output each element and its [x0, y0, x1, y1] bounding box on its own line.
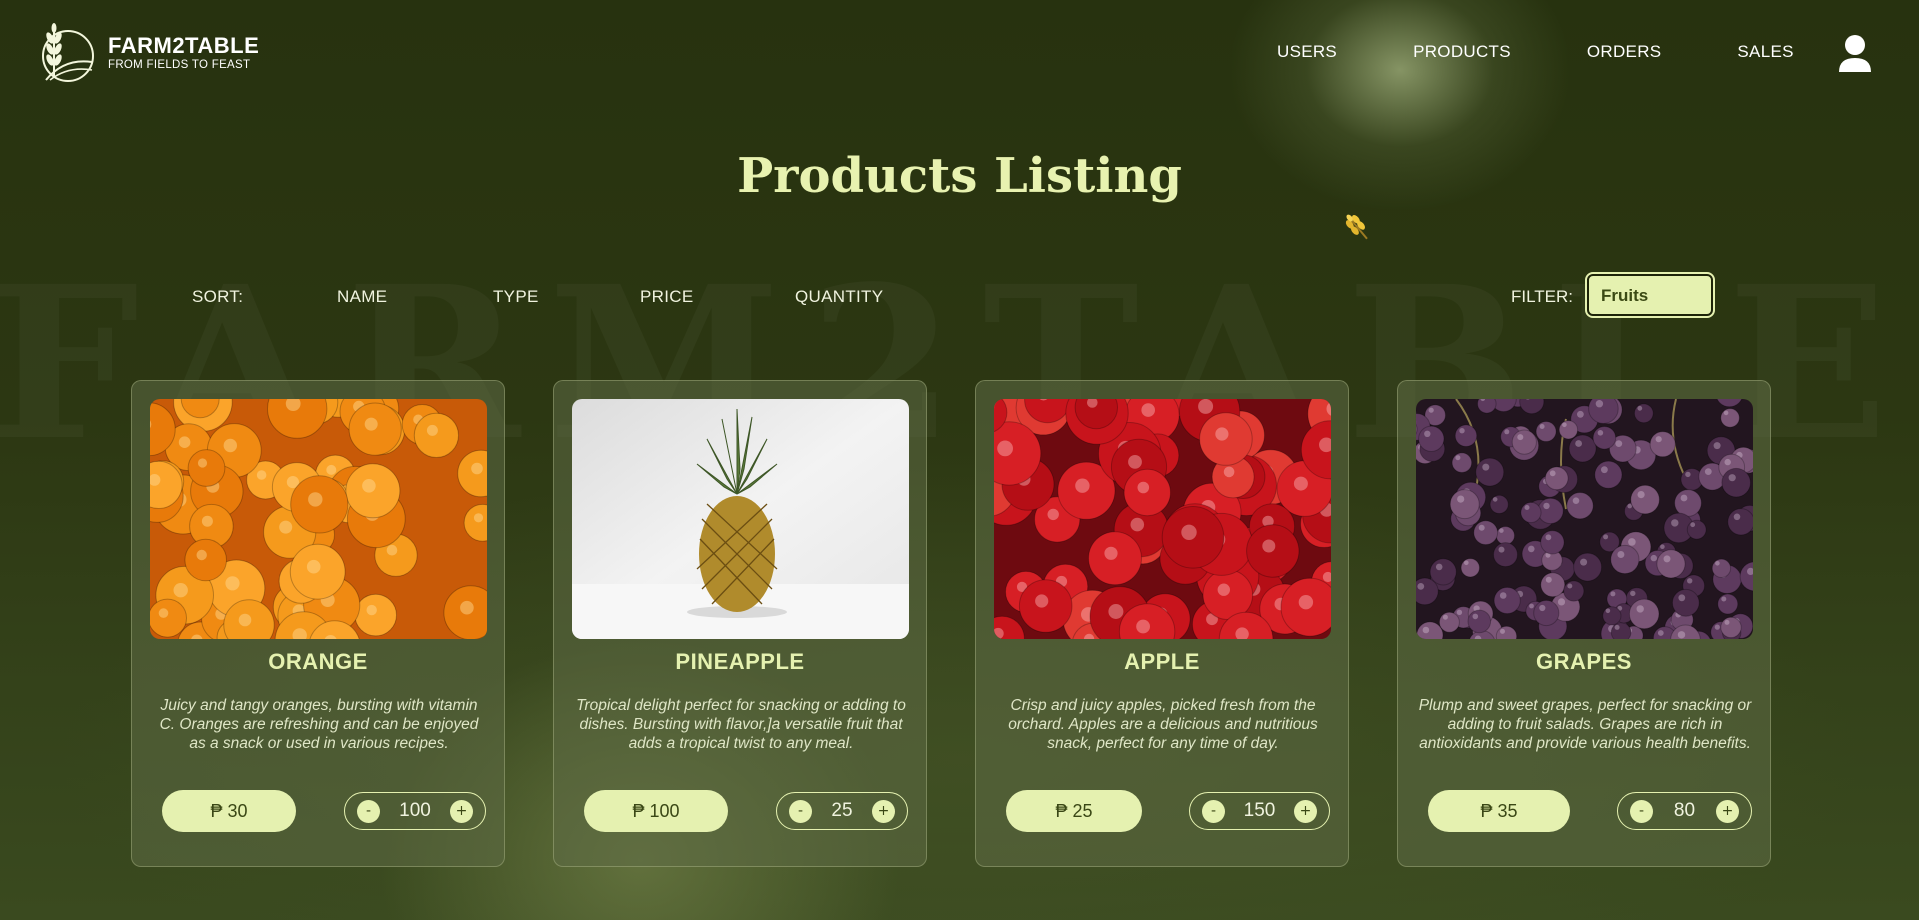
user-profile-button[interactable] [1838, 34, 1872, 74]
quantity-stepper: - 150 + [1189, 792, 1330, 830]
product-description: Crisp and juicy apples, picked fresh fro… [1008, 697, 1318, 752]
quantity-stepper: - 80 + [1617, 792, 1752, 830]
price-badge: ₱ 30 [162, 790, 296, 832]
main-nav: USERS PRODUCTS ORDERS SALES [1277, 42, 1794, 62]
orange-image [150, 399, 487, 639]
product-name: ORANGE [268, 649, 368, 674]
grapes-image [1416, 399, 1753, 639]
quantity-stepper: - 25 + [776, 792, 908, 830]
increment-button[interactable]: + [1293, 799, 1317, 823]
price-badge: ₱ 25 [1006, 790, 1142, 832]
sort-price-option[interactable]: PRICE [640, 287, 693, 307]
quantity-value: 150 [1243, 800, 1276, 821]
price-badge: ₱ 100 [584, 790, 728, 832]
user-icon [1839, 35, 1871, 72]
sort-label: SORT: [192, 287, 244, 306]
product-card-orange: ORANGE Juicy and tangy oranges, bursting… [131, 380, 505, 867]
quantity-value: 80 [1673, 800, 1696, 821]
product-card-pineapple: PINEAPPLE Tropical delight perfect for s… [553, 380, 927, 867]
brand-logo[interactable]: FARM2TABLE FROM FIELDS TO FEAST [34, 18, 259, 86]
price-badge: ₱ 35 [1428, 790, 1570, 832]
product-card-apple: APPLE Crisp and juicy apples, picked fre… [975, 380, 1349, 867]
sort-name-option[interactable]: NAME [337, 287, 387, 307]
decrement-button[interactable]: - [357, 799, 380, 823]
wheat-logo-icon [42, 23, 94, 82]
product-name: PINEAPPLE [675, 649, 805, 674]
page-title: Products Listing [737, 148, 1182, 204]
filter-select[interactable]: Fruits [1587, 274, 1713, 316]
wheat-decoration-icon [1340, 210, 1376, 246]
increment-button[interactable]: + [449, 799, 473, 823]
product-description: Tropical delight perfect for snacking or… [576, 697, 906, 752]
nav-products[interactable]: PRODUCTS [1413, 42, 1511, 62]
brand-tagline: FROM FIELDS TO FEAST [108, 59, 251, 71]
quantity-stepper: - 100 + [344, 792, 486, 830]
increment-button[interactable]: + [1715, 799, 1739, 823]
decrement-button[interactable]: - [1630, 799, 1653, 823]
nav-users[interactable]: USERS [1277, 42, 1337, 62]
product-name: GRAPES [1536, 649, 1632, 674]
product-description: Plump and sweet grapes, perfect for snac… [1418, 697, 1752, 752]
increment-button[interactable]: + [871, 799, 895, 823]
filter-label: FILTER: [1511, 287, 1574, 306]
product-name: APPLE [1124, 649, 1200, 674]
decrement-button[interactable]: - [789, 799, 812, 823]
product-card-grapes: GRAPES Plump and sweet grapes, perfect f… [1397, 380, 1771, 867]
nav-sales[interactable]: SALES [1737, 42, 1793, 62]
brand-name: FARM2TABLE [108, 33, 260, 58]
sort-type-option[interactable]: TYPE [493, 287, 539, 307]
apple-image [994, 399, 1331, 639]
nav-orders[interactable]: ORDERS [1587, 42, 1662, 62]
pineapple-image [572, 399, 909, 639]
quantity-value: 100 [399, 800, 431, 821]
product-description: Juicy and tangy oranges, bursting with v… [159, 697, 479, 752]
sort-quantity-option[interactable]: QUANTITY [795, 287, 883, 307]
quantity-value: 25 [831, 800, 853, 821]
decrement-button[interactable]: - [1202, 799, 1225, 823]
